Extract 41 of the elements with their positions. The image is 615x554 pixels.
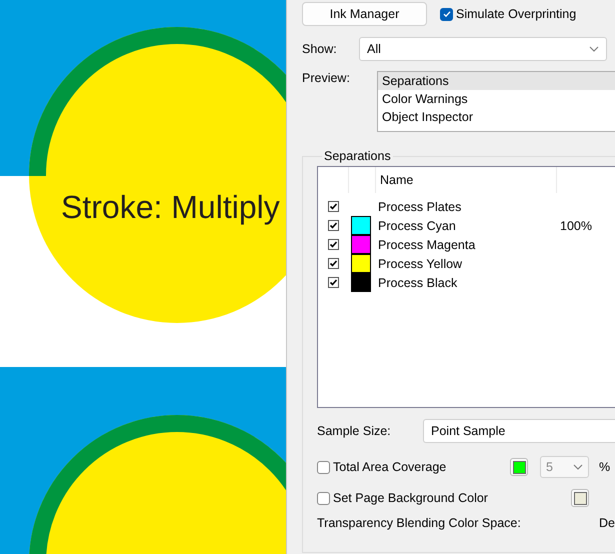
checkbox[interactable] (440, 8, 453, 20)
ink-name: Process Plates (378, 200, 462, 214)
checkbox-label: Simulate Overprinting (456, 7, 576, 21)
color-swatch-button[interactable] (571, 489, 589, 507)
check-icon (442, 9, 452, 19)
check-icon (328, 202, 338, 211)
checkbox[interactable] (328, 239, 338, 250)
checkbox[interactable] (328, 258, 338, 269)
field-value: De (599, 516, 615, 530)
check-icon (328, 278, 338, 287)
ink-name: Process Black (378, 276, 458, 290)
column-header[interactable]: Name (380, 173, 414, 187)
check-icon (328, 240, 338, 249)
list-item[interactable]: Separations (378, 72, 615, 90)
ink-name: Process Yellow (378, 256, 462, 270)
ink-manager-button[interactable]: Ink Manager (302, 2, 427, 26)
list-item[interactable]: Object Inspector (378, 108, 615, 126)
field-label: Show: (302, 42, 338, 56)
color-swatch-button[interactable] (510, 458, 528, 476)
sample-size-field[interactable]: Point Sample (423, 419, 615, 443)
checkbox[interactable] (328, 201, 338, 212)
ink-name: Process Magenta (378, 238, 476, 252)
chevron-down-icon (589, 46, 599, 52)
unit-label: % (599, 460, 610, 474)
artwork-text: Stroke: Multiply (61, 189, 280, 225)
chevron-down-icon (573, 464, 583, 470)
checkbox-label: Total Area Coverage (333, 460, 448, 474)
group-title: Separations (323, 149, 392, 163)
check-icon (328, 221, 338, 230)
ink-name: Process Cyan (378, 218, 456, 232)
field-label: Transparency Blending Color Space: (317, 516, 522, 530)
show-dropdown[interactable]: All (359, 37, 607, 61)
checkbox[interactable] (328, 277, 338, 288)
field-label: Sample Size: (317, 424, 392, 438)
checkbox-label: Set Page Background Color (333, 491, 489, 505)
ink-percentage: 100% (560, 218, 592, 232)
field-label: Preview: (302, 71, 351, 85)
checkbox[interactable] (328, 220, 338, 231)
checkbox[interactable] (317, 492, 330, 504)
check-icon (328, 259, 338, 268)
list-item[interactable]: Color Warnings (378, 90, 615, 108)
